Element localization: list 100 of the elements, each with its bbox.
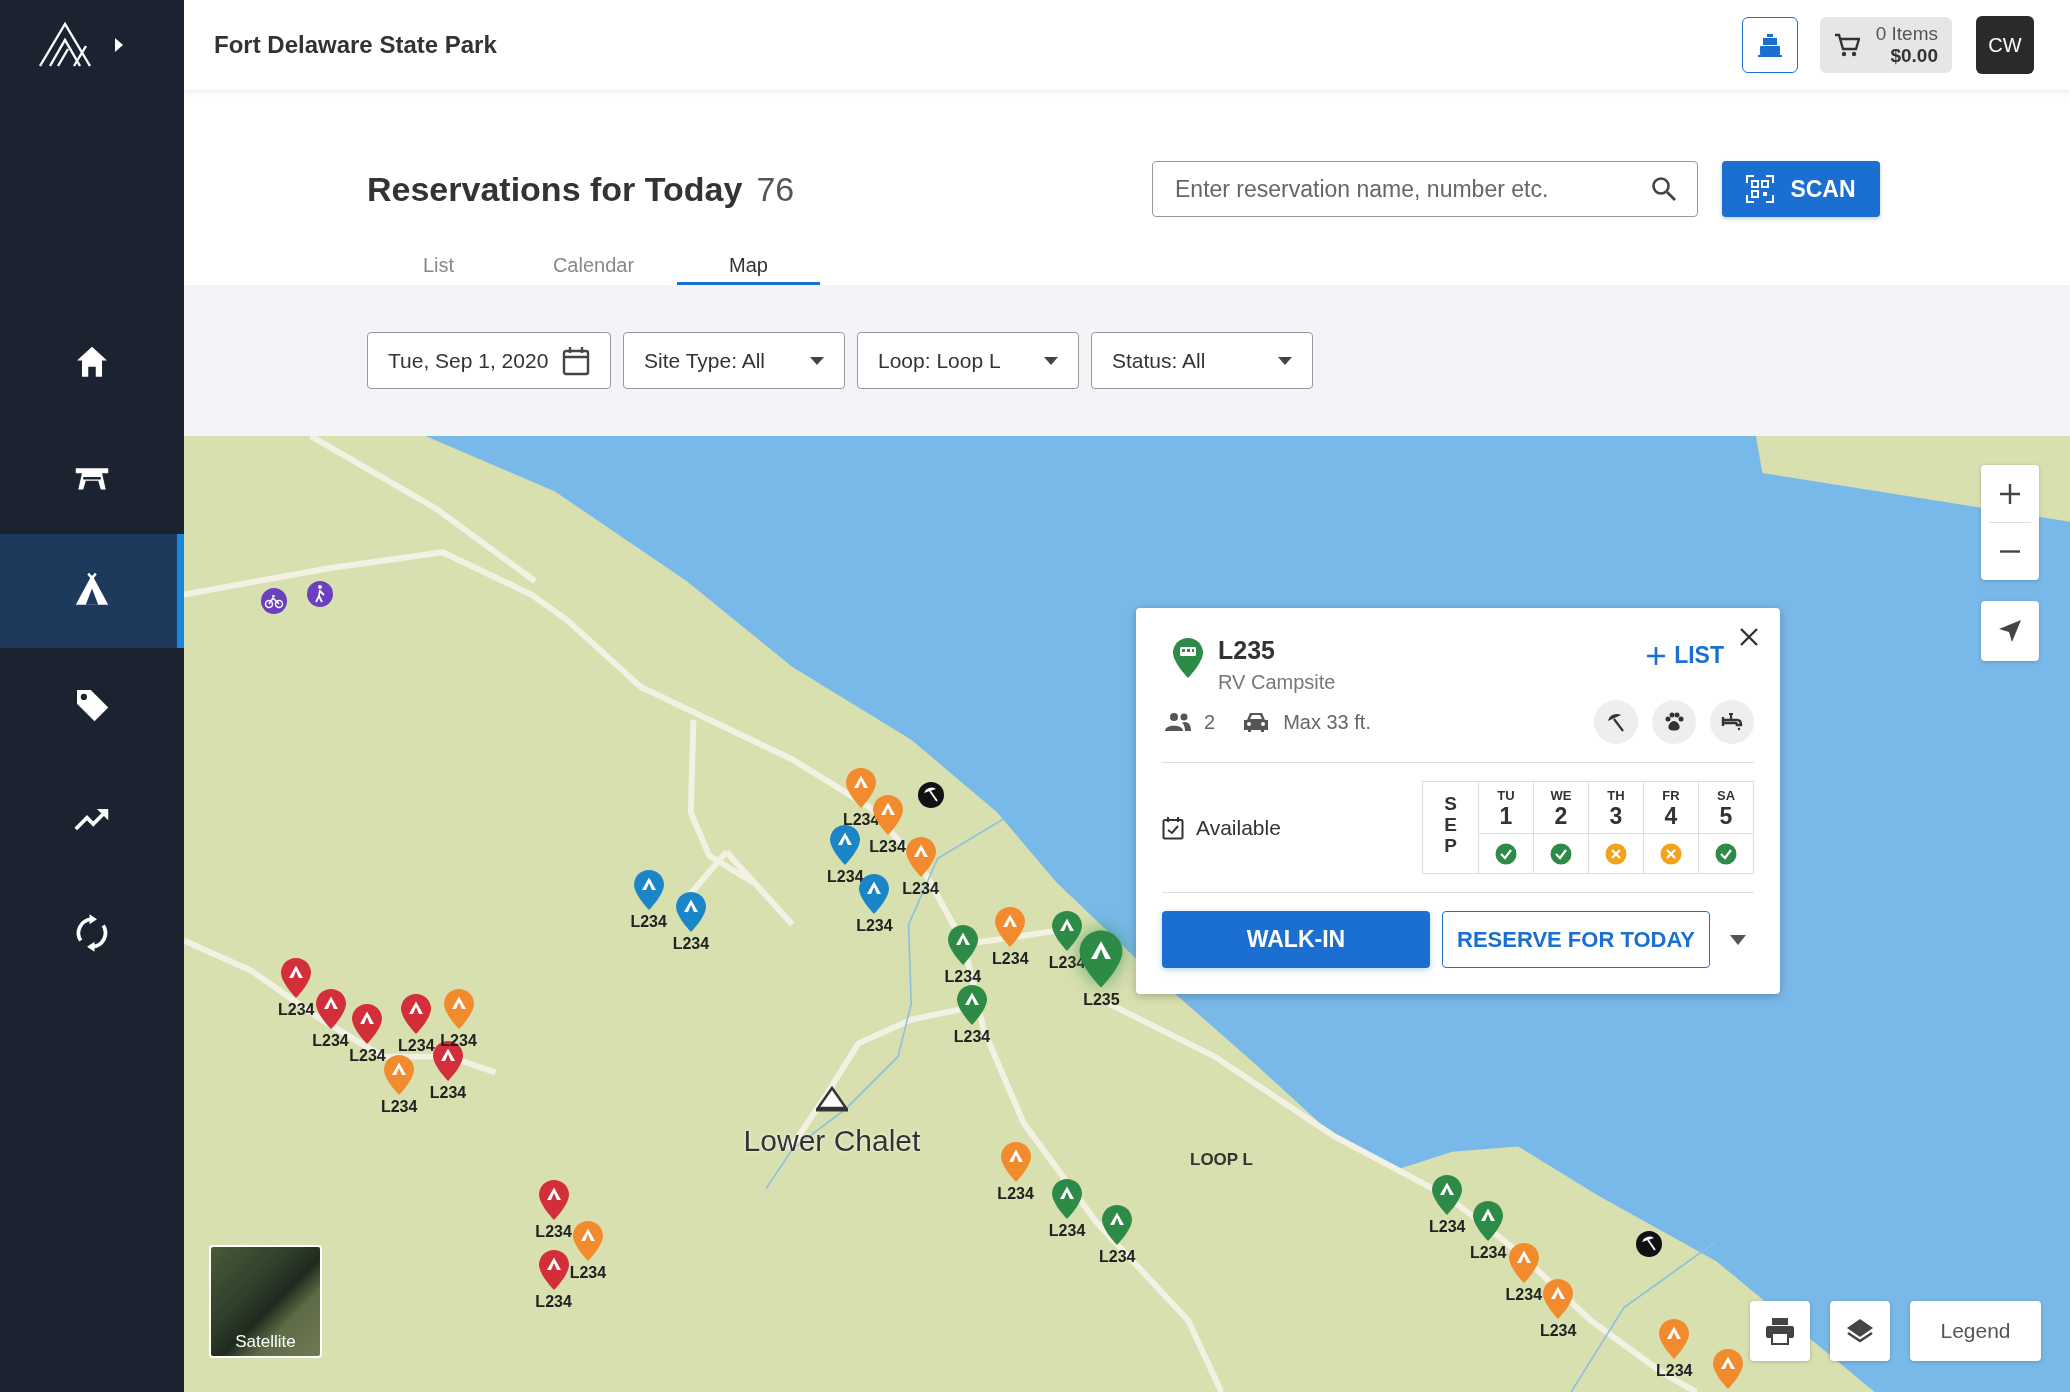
site-marker[interactable]	[1101, 1204, 1134, 1247]
site-marker[interactable]	[1712, 1347, 1745, 1390]
view-tab[interactable]: Calendar	[522, 249, 665, 285]
caret-icon	[1044, 356, 1058, 365]
add-to-list-button[interactable]: LIST	[1646, 642, 1724, 669]
legend-button[interactable]: Legend	[1910, 1301, 2041, 1361]
max-vehicle-length: Max 33 ft.	[1283, 710, 1371, 734]
site-marker[interactable]	[1472, 1200, 1505, 1243]
site-label: L234	[827, 867, 864, 886]
printer-icon	[1765, 1317, 1795, 1345]
cash-register-icon	[1756, 32, 1783, 58]
site-label: L234	[902, 879, 939, 898]
site-label: L234	[569, 1263, 607, 1282]
caret-icon	[810, 356, 824, 365]
site-marker[interactable]	[442, 987, 475, 1030]
weekday-label: TH	[1607, 788, 1625, 803]
navigation-arrow-icon	[1997, 618, 2023, 644]
search-field[interactable]: Enter reservation name, number etc.	[1152, 161, 1698, 217]
site-marker[interactable]	[537, 1248, 570, 1291]
site-marker[interactable]	[1658, 1317, 1691, 1360]
site-marker[interactable]	[1051, 909, 1084, 952]
cart-button[interactable]: 0 Items $0.00	[1819, 17, 1952, 73]
site-marker[interactable]	[1051, 1177, 1084, 1220]
search-icon	[1651, 176, 1677, 202]
site-marker[interactable]	[845, 767, 878, 810]
plus-icon	[1646, 645, 1667, 666]
filter-dropdown[interactable]: Loop: Loop L	[857, 332, 1079, 389]
locate-button[interactable]	[1981, 601, 2039, 661]
search-input[interactable]: Enter reservation name, number etc.	[1173, 174, 1651, 204]
site-marker[interactable]	[904, 835, 937, 878]
site-marker[interactable]	[351, 1003, 384, 1046]
cart-icon	[1833, 33, 1860, 57]
view-tab[interactable]: List	[367, 249, 510, 285]
caret-icon	[1278, 356, 1292, 365]
bicycle-icon[interactable]	[260, 587, 288, 615]
site-marker[interactable]	[946, 924, 979, 967]
site-marker[interactable]	[999, 1140, 1032, 1183]
site-label: L234	[535, 1223, 572, 1241]
date-label: 4	[1664, 803, 1678, 830]
calendar-icon	[562, 345, 590, 376]
site-label: L235	[1083, 991, 1120, 1010]
site-label: L234	[953, 1027, 991, 1046]
month-label: SEP	[1423, 782, 1479, 873]
date-label: 1	[1499, 803, 1513, 830]
reserve-button[interactable]: RESERVE FOR TODAY	[1442, 911, 1710, 968]
site-label: L234	[1099, 1248, 1136, 1267]
weekday-label: WE	[1550, 788, 1572, 803]
page-title: Reservations for Today	[367, 169, 743, 209]
minus-icon	[1999, 550, 2021, 553]
site-marker[interactable]	[956, 983, 989, 1026]
caret-icon[interactable]	[1730, 934, 1746, 945]
site-label: L234	[1539, 1322, 1577, 1340]
site-marker[interactable]	[1431, 1173, 1464, 1216]
site-type: RV Campsite	[1218, 671, 1336, 694]
site-label: L234	[630, 912, 667, 931]
site-marker[interactable]	[674, 891, 707, 934]
site-marker[interactable]	[571, 1219, 604, 1262]
filter-dropdown[interactable]: Status: All	[1091, 332, 1313, 389]
loop-label: LOOP L	[1190, 1150, 1253, 1170]
site-name: L235	[1218, 636, 1276, 665]
date-picker[interactable]: Tue, Sep 1, 2020	[367, 332, 611, 389]
print-button[interactable]	[1750, 1301, 1810, 1361]
user-avatar[interactable]: CW	[1976, 16, 2034, 74]
car-icon	[1243, 711, 1270, 733]
site-marker[interactable]	[400, 992, 433, 1035]
weekday-label: TU	[1497, 788, 1515, 803]
availability-status: Available	[1196, 815, 1281, 840]
filter-dropdown[interactable]: Site Type: All	[623, 332, 845, 389]
qr-code-icon	[1746, 175, 1775, 203]
satellite-toggle[interactable]: Satellite	[209, 1245, 322, 1358]
site-marker[interactable]	[1507, 1242, 1540, 1285]
site-label: L234	[944, 968, 982, 987]
scan-button[interactable]: SCAN	[1722, 161, 1880, 217]
site-label: L234	[312, 1031, 349, 1050]
expand-icon[interactable]	[114, 37, 124, 53]
layers-button[interactable]	[1830, 1301, 1890, 1361]
people-icon	[1164, 712, 1192, 732]
site-label: L234	[380, 1097, 418, 1116]
rv-marker-icon	[1172, 636, 1204, 680]
site-marker[interactable]	[829, 823, 862, 866]
site-marker[interactable]	[632, 868, 665, 911]
site-marker[interactable]	[1542, 1278, 1575, 1320]
hiker-icon[interactable]	[306, 580, 334, 608]
close-icon	[1739, 627, 1759, 647]
site-label: L234	[277, 1001, 315, 1020]
site-label: L234	[672, 935, 710, 954]
walk-in-button[interactable]: WALK-IN	[1162, 911, 1430, 968]
date-label: 2	[1554, 803, 1568, 830]
date-label: 3	[1609, 803, 1623, 830]
site-marker[interactable]	[314, 987, 347, 1030]
site-marker[interactable]	[280, 957, 313, 1000]
site-label: L234	[398, 1036, 435, 1055]
site-marker[interactable]	[994, 905, 1027, 948]
site-label: L234	[440, 1031, 477, 1050]
park-name: Fort Delaware State Park	[214, 31, 498, 59]
site-label: L234	[1469, 1244, 1507, 1263]
site-label: L234	[997, 1184, 1034, 1203]
site-marker[interactable]	[537, 1179, 570, 1221]
cash-register-button[interactable]	[1741, 17, 1798, 73]
date-label: 5	[1719, 803, 1733, 830]
